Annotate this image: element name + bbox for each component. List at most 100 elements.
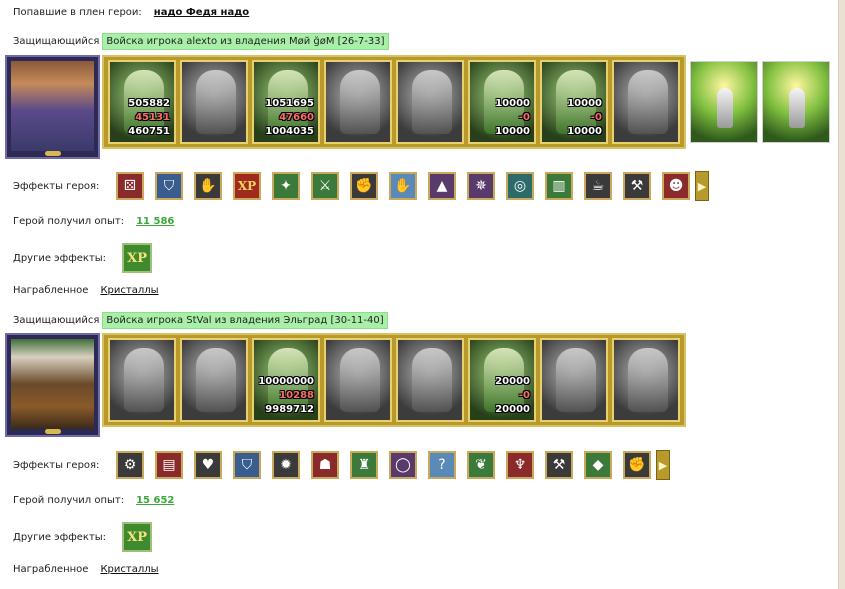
face-shield-icon[interactable]: ☻: [662, 172, 690, 200]
dice-icon[interactable]: ⚄: [116, 172, 144, 200]
gold-armor-icon[interactable]: ♜: [350, 451, 378, 479]
unit-remaining: 460751: [128, 126, 170, 137]
mug-icon[interactable]: ☕: [584, 172, 612, 200]
unit-slot[interactable]: 10000000 10288 9989712: [252, 338, 320, 422]
loot-row-1: Награбленное Кристаллы: [13, 285, 159, 296]
unit-slot[interactable]: 10000 -0 10000: [540, 60, 608, 144]
scroll-right-arrow-icon[interactable]: ▶: [656, 450, 670, 480]
unit-strip-2: 10000000 10288 9989712 20000 -0 20000: [102, 333, 686, 427]
sword-icon[interactable]: ⚔: [311, 172, 339, 200]
extra-items-1: [686, 55, 830, 143]
gauntlet-icon[interactable]: ✊: [623, 451, 651, 479]
xp-icon[interactable]: XP: [122, 522, 153, 552]
unit-losses: 45131: [135, 112, 170, 123]
unit-slot[interactable]: [108, 338, 176, 422]
leaf-icon[interactable]: ❦: [467, 451, 495, 479]
defender-label: Защищающийся: [13, 315, 100, 326]
ring-icon[interactable]: ◯: [389, 451, 417, 479]
unit-figure: [412, 348, 452, 412]
artifact-pawn-icon[interactable]: [690, 61, 758, 143]
unit-slot[interactable]: 1051695 47660 1004035: [252, 60, 320, 144]
loot-link[interactable]: Кристаллы: [100, 285, 158, 296]
unit-slot[interactable]: 505882 45131 460751: [108, 60, 176, 144]
crest-icon[interactable]: ✵: [467, 172, 495, 200]
shield-icon[interactable]: ⛉: [155, 172, 183, 200]
crystal-icon[interactable]: ◆: [584, 451, 612, 479]
unit-figure: [628, 348, 668, 412]
captured-heroes-link[interactable]: надо Федя надо: [154, 7, 249, 18]
question-icon[interactable]: ?: [428, 451, 456, 479]
unit-figure: [196, 348, 236, 412]
handshake-icon[interactable]: ✊: [350, 172, 378, 200]
unit-slot[interactable]: [396, 338, 464, 422]
right-frame: [838, 0, 845, 589]
unit-figure: [340, 348, 380, 412]
effects-icons-2: ⚙ ▤ ♥ ⛉ ✹ ☗ ♜ ◯? ❦ ♆ ⚒ ◆ ✊: [116, 451, 662, 479]
unit-figure: [556, 348, 596, 412]
hero-portrait-2[interactable]: [5, 333, 100, 437]
unit-losses: -0: [590, 112, 602, 123]
unit-figure: [628, 70, 668, 134]
xp-figure-icon[interactable]: ✦: [272, 172, 300, 200]
exp-value[interactable]: 15 652: [136, 495, 174, 506]
unit-remaining: 10000: [495, 126, 530, 137]
handshake-shield-icon[interactable]: ✋: [194, 172, 222, 200]
captured-row: Попавшие в плен герои: надо Федя надо: [13, 7, 249, 18]
unit-count: 20000: [495, 376, 530, 387]
wing-icon[interactable]: ♆: [506, 451, 534, 479]
hero-portrait-1[interactable]: [5, 55, 100, 159]
hammer-icon[interactable]: ⚒: [545, 451, 573, 479]
loot-link[interactable]: Кристаллы: [100, 564, 158, 575]
unit-slot[interactable]: [324, 338, 392, 422]
unit-remaining: 9989712: [265, 404, 314, 415]
unit-losses: 10288: [279, 390, 314, 401]
hand-crystal-icon[interactable]: ✋: [389, 172, 417, 200]
unit-strip-1: 505882 45131 460751 1051695 47660 1004035 1000…: [102, 55, 686, 149]
heart-icon[interactable]: ♥: [194, 451, 222, 479]
army-2: 10000000 10288 9989712 20000 -0 20000: [5, 333, 686, 437]
hero-effects-row-1: Эффекты героя: ⚄ ⛉ ✋ XP ✦ ⚔ ✊ ✋ ▲ ✵ ◎ ▥ ☕ ⚒ ☻ ▶: [13, 171, 709, 201]
hero-effects-row-2: Эффекты героя: ⚙ ▤ ♥ ⛉ ✹ ☗ ♜ ◯? ❦ ♆ ⚒ ◆ ✊ ▶: [13, 450, 670, 480]
defender-label: Защищающийся: [13, 36, 100, 47]
exp-row-2: Герой получил опыт: 15 652: [13, 495, 174, 506]
defender-army-text: Войска игрока StVal из владения Эльград …: [102, 312, 388, 329]
unit-slot[interactable]: [324, 60, 392, 144]
unit-count: 505882: [128, 98, 170, 109]
coin-icon[interactable]: ◎: [506, 172, 534, 200]
unit-figure: [340, 70, 380, 134]
books-icon[interactable]: ▤: [155, 451, 183, 479]
flame-rune-icon[interactable]: ✹: [272, 451, 300, 479]
unit-count: 1051695: [265, 98, 314, 109]
loot-row-2: Награбленное Кристаллы: [13, 564, 159, 575]
unit-slot[interactable]: [180, 60, 248, 144]
unit-figure: [412, 70, 452, 134]
mask-icon[interactable]: ☗: [311, 451, 339, 479]
unit-slot[interactable]: [396, 60, 464, 144]
scroll-icon[interactable]: ▥: [545, 172, 573, 200]
xp-icon[interactable]: XP: [122, 243, 153, 273]
unit-slot[interactable]: 20000 -0 20000: [468, 338, 536, 422]
unit-slot[interactable]: [540, 338, 608, 422]
effects-label: Эффекты героя:: [13, 180, 100, 192]
unit-slot[interactable]: [612, 60, 680, 144]
unit-slot[interactable]: 10000 -0 10000: [468, 60, 536, 144]
unit-remaining: 20000: [495, 404, 530, 415]
exp-value[interactable]: 11 586: [136, 216, 174, 227]
hood-icon[interactable]: ▲: [428, 172, 456, 200]
armor-icon[interactable]: ⚙: [116, 451, 144, 479]
unit-figure: [196, 70, 236, 134]
axe-icon[interactable]: ⚒: [623, 172, 651, 200]
unit-losses: -0: [518, 112, 530, 123]
unit-slot[interactable]: [612, 338, 680, 422]
scroll-right-arrow-icon[interactable]: ▶: [695, 171, 709, 201]
pawn-shape: [717, 88, 733, 128]
unit-remaining: 10000: [567, 126, 602, 137]
unit-slot[interactable]: [180, 338, 248, 422]
unit-count: 10000: [567, 98, 602, 109]
army-1: 505882 45131 460751 1051695 47660 1004035 1000…: [5, 55, 830, 159]
xp-icon[interactable]: XP: [233, 172, 261, 200]
exp-label: Герой получил опыт:: [13, 495, 125, 506]
exp-row-1: Герой получил опыт: 11 586: [13, 216, 174, 227]
shield-icon[interactable]: ⛉: [233, 451, 261, 479]
artifact-pawn-icon[interactable]: [762, 61, 830, 143]
